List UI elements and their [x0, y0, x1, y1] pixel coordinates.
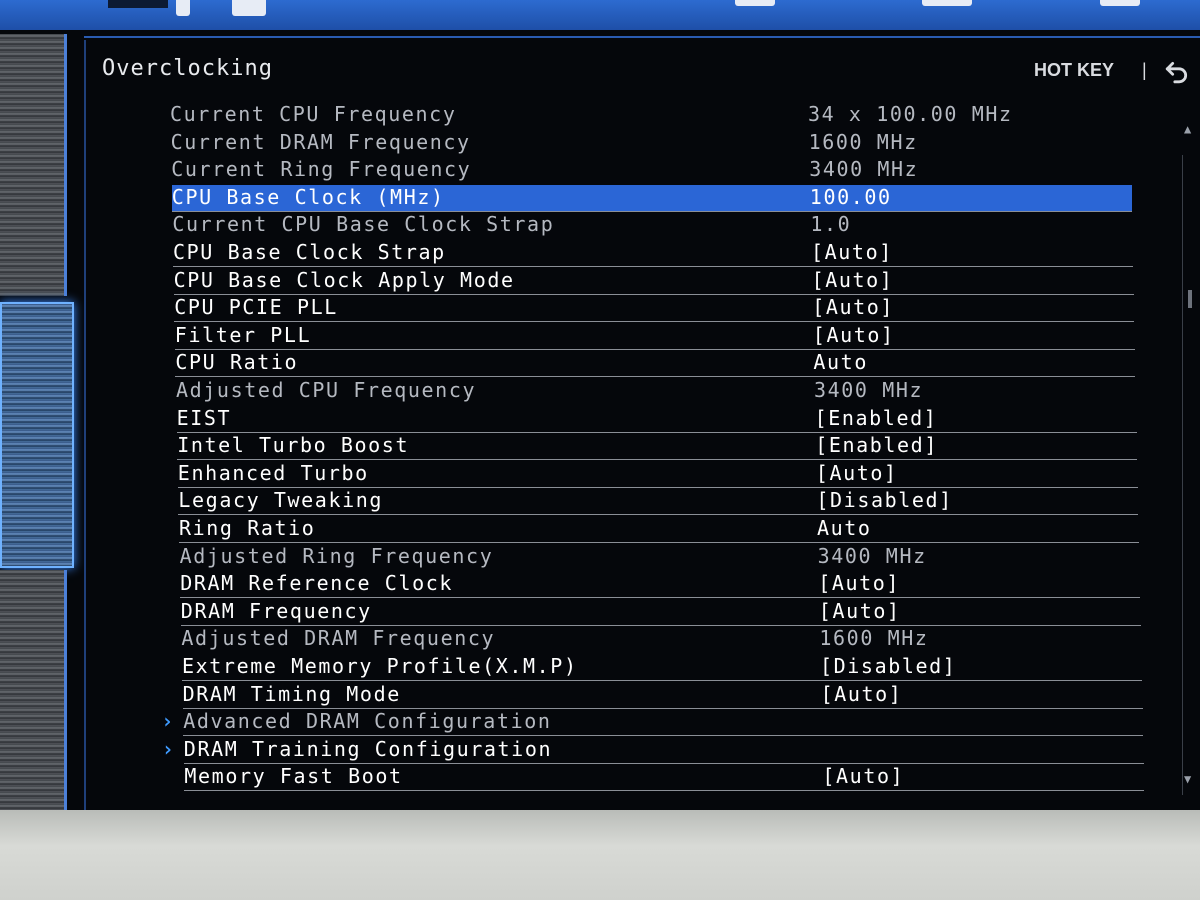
setting-value[interactable]: [Auto] [811, 240, 893, 264]
setting-row[interactable]: CPU Base Clock Apply Mode [Auto] [173, 267, 1134, 295]
setting-label: Adjusted CPU Frequency [176, 378, 477, 402]
setting-row[interactable]: Enhanced Turbo [Auto] [177, 460, 1138, 488]
side-menu-item-active[interactable] [0, 302, 74, 568]
setting-row[interactable]: CPU Base Clock Strap [Auto] [173, 240, 1133, 267]
setting-value[interactable]: [Auto] [821, 682, 903, 706]
setting-row[interactable]: Memory Fast Boot [Auto] [184, 764, 1145, 792]
setting-value[interactable]: [Auto] [819, 599, 901, 623]
scroll-down-arrow-icon[interactable]: ▼ [1184, 772, 1191, 786]
info-row: Current Ring Frequency 3400 MHz [171, 157, 1131, 183]
chevron-right-icon: › [161, 736, 176, 761]
top-bar-tab [735, 0, 775, 6]
setting-label: Filter PLL [174, 322, 312, 347]
setting-row[interactable]: DRAM Reference Clock [Auto] [180, 571, 1141, 599]
hotkey-separator: | [1142, 60, 1147, 80]
setting-row[interactable]: CPU PCIE PLL [Auto] [174, 295, 1135, 323]
monitor-bezel [0, 810, 1200, 900]
scrollbar-thumb[interactable] [1188, 290, 1192, 308]
setting-row[interactable]: EIST [Enabled] [176, 405, 1137, 433]
setting-label: Adjusted DRAM Frequency [181, 626, 496, 651]
scroll-up-arrow-icon[interactable]: ▲ [1184, 122, 1191, 136]
top-bar-tab [1100, 0, 1140, 6]
page-title: Overclocking [102, 56, 273, 81]
submenu-row[interactable]: › DRAM Training Configuration [162, 736, 1144, 764]
top-bar-tab [176, 0, 190, 16]
setting-value[interactable]: [Enabled] [815, 406, 938, 430]
setting-label: CPU Base Clock Strap [173, 240, 446, 264]
setting-value[interactable]: [Enabled] [815, 433, 938, 457]
setting-label: Memory Fast Boot [184, 764, 403, 789]
setting-value[interactable]: [Auto] [812, 295, 894, 319]
setting-label: CPU Base Clock (MHz) [171, 184, 445, 209]
setting-label: Current DRAM Frequency [170, 129, 471, 154]
top-bar-tab [922, 0, 972, 6]
info-row: Current CPU Base Clock Strap 1.0 [172, 212, 1132, 238]
top-bar-tab [232, 0, 266, 16]
setting-row[interactable]: Ring Ratio Auto [179, 516, 1139, 543]
info-row: Adjusted CPU Frequency 3400 MHz [176, 378, 1136, 404]
setting-label: CPU Base Clock Apply Mode [173, 267, 515, 292]
hotkey-button[interactable]: HOT KEY [1034, 60, 1114, 81]
setting-value[interactable]: [Auto] [813, 323, 895, 347]
info-row: Adjusted Ring Frequency 3400 MHz [180, 544, 1140, 570]
setting-row[interactable]: Extreme Memory Profile(X.M.P) [Disabled] [182, 654, 1142, 681]
info-row: Current CPU Frequency 34 x 100.00 MHz [170, 102, 1130, 128]
setting-value: 3400 MHz [814, 378, 924, 402]
setting-row[interactable]: Filter PLL [Auto] [174, 322, 1135, 350]
chevron-right-icon: › [161, 709, 175, 734]
setting-label: Enhanced Turbo [177, 460, 369, 485]
setting-value[interactable]: [Disabled] [820, 654, 956, 678]
setting-label: CPU PCIE PLL [174, 295, 338, 320]
setting-row[interactable]: Legacy Tweaking [Disabled] [178, 488, 1139, 516]
setting-value: 34 x 100.00 MHz [808, 102, 1013, 126]
submenu-row[interactable]: › Advanced DRAM Configuration [161, 709, 1144, 737]
setting-value: 3400 MHz [809, 157, 919, 182]
setting-value: 1600 MHz [819, 626, 929, 651]
setting-row-selected[interactable]: CPU Base Clock (MHz) 100.00 [171, 184, 1132, 212]
side-menu-item[interactable] [0, 34, 67, 296]
setting-label: Current CPU Base Clock Strap [172, 212, 555, 237]
info-row: Adjusted DRAM Frequency 1600 MHz [181, 626, 1141, 652]
setting-label: Intel Turbo Boost [177, 433, 410, 458]
setting-label: Current Ring Frequency [171, 157, 472, 182]
setting-value[interactable]: [Auto] [822, 764, 904, 788]
setting-label: Advanced DRAM Configuration [183, 709, 552, 734]
setting-value[interactable]: [Auto] [816, 461, 898, 485]
setting-value: 3400 MHz [817, 543, 927, 568]
setting-label: CPU Ratio [175, 350, 299, 375]
setting-label: DRAM Frequency [180, 598, 372, 623]
setting-row[interactable]: DRAM Frequency [Auto] [180, 598, 1141, 626]
setting-value: 1600 MHz [808, 129, 918, 154]
setting-label: DRAM Timing Mode [182, 681, 401, 706]
info-row: Current DRAM Frequency 1600 MHz [171, 130, 1131, 156]
setting-label: Extreme Memory Profile(X.M.P) [182, 654, 578, 678]
setting-value[interactable]: Auto [813, 350, 868, 374]
scrollbar[interactable] [1182, 155, 1197, 795]
side-menu-item[interactable] [0, 570, 67, 820]
setting-row[interactable]: Intel Turbo Boost [Enabled] [177, 433, 1138, 461]
setting-label: Ring Ratio [179, 516, 316, 540]
header-divider [84, 36, 1200, 38]
panel-divider [84, 40, 86, 820]
setting-label: Legacy Tweaking [178, 488, 384, 513]
setting-value[interactable]: 100.00 [810, 185, 892, 209]
setting-value[interactable]: Auto [817, 516, 872, 540]
setting-label: EIST [176, 405, 232, 430]
setting-label: Adjusted Ring Frequency [179, 543, 494, 568]
top-bar [0, 0, 1200, 30]
setting-label: DRAM Reference Clock [180, 571, 454, 596]
top-bar-decoration [108, 0, 168, 8]
setting-label: DRAM Training Configuration [183, 736, 553, 761]
setting-row[interactable]: DRAM Timing Mode [Auto] [182, 681, 1143, 709]
setting-value[interactable]: [Auto] [812, 268, 894, 292]
bios-screen: Overclocking HOT KEY | ▲ ▼ Current CPU F… [0, 0, 1200, 822]
back-arrow-icon[interactable] [1164, 58, 1190, 84]
setting-value[interactable]: [Disabled] [816, 488, 952, 512]
setting-label: Current CPU Frequency [170, 102, 457, 126]
setting-row[interactable]: CPU Ratio Auto [175, 350, 1136, 378]
setting-value[interactable]: [Auto] [818, 571, 900, 595]
setting-value: 1.0 [810, 212, 852, 237]
